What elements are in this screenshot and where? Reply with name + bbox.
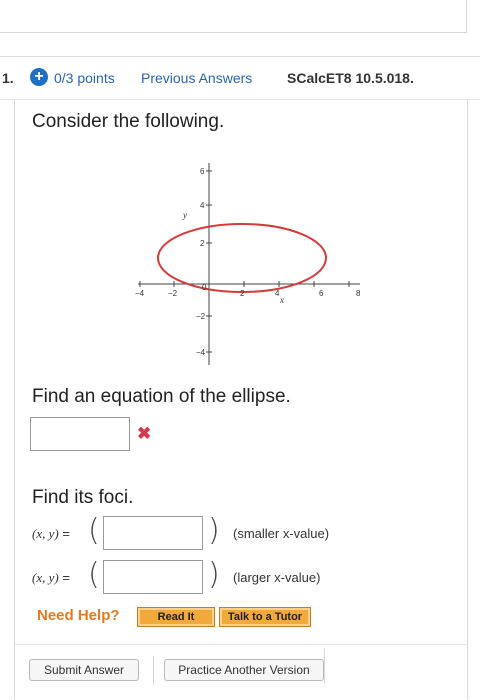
x-axis-label: x <box>279 295 284 305</box>
question-number: 1. <box>2 70 14 86</box>
focus2-label: (x, y) = <box>32 570 70 585</box>
ellipse-curve <box>157 223 327 293</box>
focus2-note: (larger x-value) <box>233 570 321 585</box>
previous-question-card <box>0 0 467 33</box>
ellipse-equation-input[interactable] <box>30 417 130 451</box>
focus2-input[interactable] <box>103 560 203 594</box>
need-help-label: Need Help? <box>37 607 120 624</box>
focus2-close-paren: ) <box>208 557 220 592</box>
x-tick-label: 6 <box>319 289 324 298</box>
y-tick-label: −2 <box>196 312 206 321</box>
read-it-button[interactable]: Read It <box>137 607 215 627</box>
focus1-open-paren: ( <box>88 513 100 548</box>
part1-prompt: Find an equation of the ellipse. <box>32 386 291 407</box>
practice-another-version-button[interactable]: Practice Another Version <box>164 659 324 681</box>
x-tick-label: 2 <box>240 289 245 298</box>
y-tick-label: −4 <box>196 348 206 357</box>
y-tick-label: 2 <box>200 239 205 248</box>
focus1-input[interactable] <box>103 516 203 550</box>
divider <box>14 644 466 645</box>
question-prompt: Consider the following. <box>32 111 225 132</box>
ellipse-graph: −4 −2 0 2 4 6 8 6 4 2 −2 −4 y x <box>135 163 361 365</box>
right-card-edge <box>324 648 325 684</box>
x-tick-label: −4 <box>135 289 145 298</box>
talk-to-tutor-button[interactable]: Talk to a Tutor <box>219 607 311 627</box>
incorrect-x-icon: ✖ <box>137 424 152 443</box>
x-tick-label: −2 <box>168 289 178 298</box>
x-tick-label: 8 <box>356 289 361 298</box>
focus1-close-paren: ) <box>208 513 220 548</box>
focus1-note: (smaller x-value) <box>233 526 330 541</box>
x-tick-label: 0 <box>202 283 207 292</box>
focus1-label: (x, y) = <box>32 526 70 541</box>
question-code: SCalcET8 10.5.018. <box>287 70 414 86</box>
focus2-open-paren: ( <box>88 557 100 592</box>
previous-answers-link[interactable]: Previous Answers <box>141 70 252 86</box>
button-separator <box>153 656 154 684</box>
y-axis-label: y <box>182 210 187 220</box>
y-tick-label: 4 <box>200 201 205 210</box>
part2-prompt: Find its foci. <box>32 487 134 508</box>
y-tick-label: 6 <box>200 167 205 176</box>
expand-plus-icon[interactable]: + <box>30 68 48 86</box>
question-header: 1. + 0/3 points Previous Answers SCalcET… <box>0 56 480 100</box>
points-link[interactable]: 0/3 points <box>54 70 115 86</box>
submit-answer-button[interactable]: Submit Answer <box>29 659 139 681</box>
